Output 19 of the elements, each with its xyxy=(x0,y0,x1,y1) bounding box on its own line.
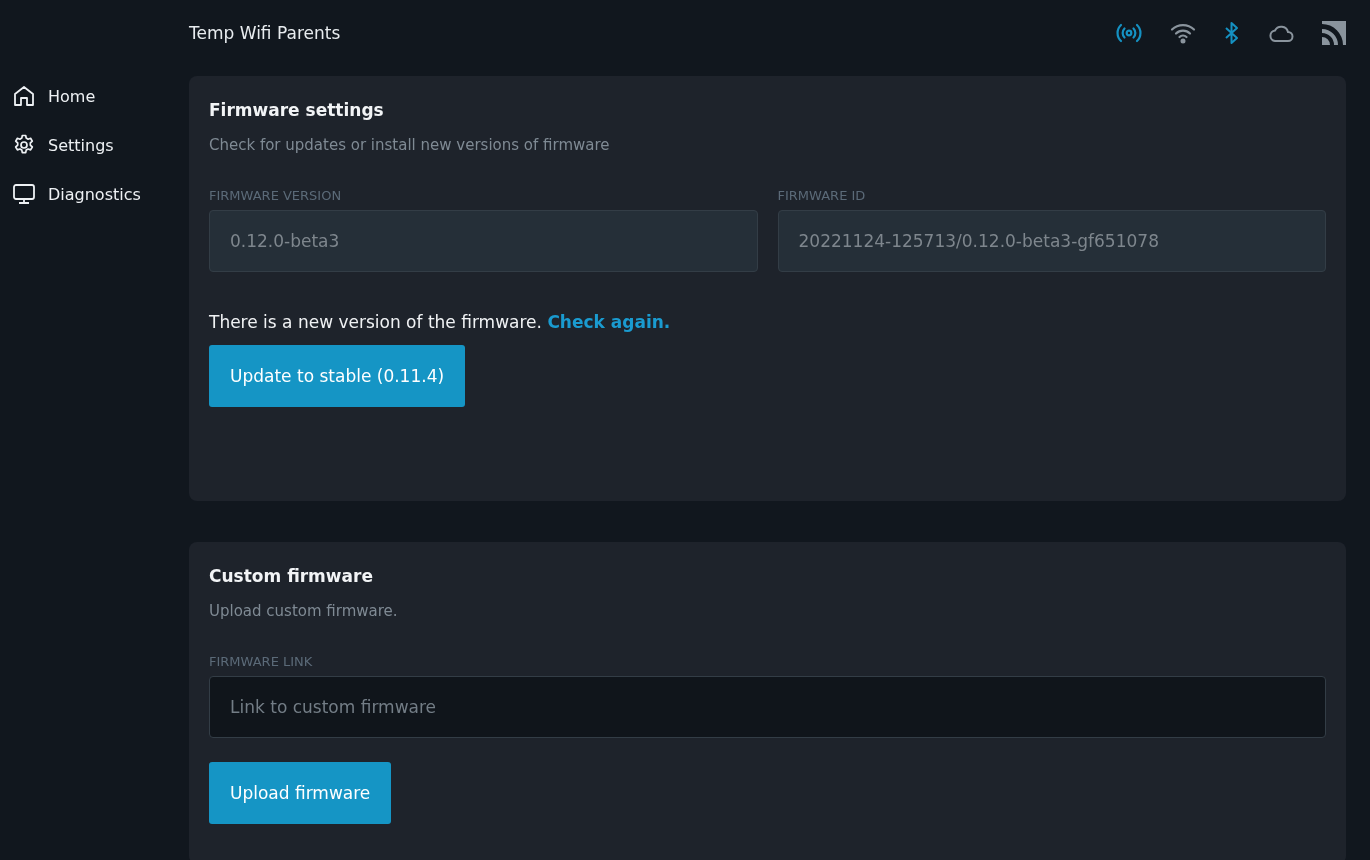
device-title: Temp Wifi Parents xyxy=(189,23,341,43)
home-icon xyxy=(12,84,36,108)
card-title: Firmware settings xyxy=(209,100,385,120)
field-label: FIRMWARE VERSION xyxy=(209,188,343,203)
field-label: FIRMWARE LINK xyxy=(209,654,314,669)
monitor-icon xyxy=(12,182,36,206)
update-notice: There is a new version of the firmware. Check again. xyxy=(209,312,672,332)
check-again-link[interactable]: Check again. xyxy=(547,312,671,332)
settings-icon xyxy=(12,133,36,157)
card-title: Custom firmware xyxy=(209,566,374,586)
field-label: FIRMWARE ID xyxy=(777,188,867,203)
upload-button[interactable]: Upload firmware xyxy=(209,762,392,824)
sidebar-item[interactable]: Settings xyxy=(0,133,189,157)
update-button[interactable]: Update to stable (0.11.4) xyxy=(209,345,466,407)
input-field[interactable]: Link to custom firmware xyxy=(209,676,1326,738)
card-subtitle: Check for updates or install new versions of firmware xyxy=(209,136,611,154)
card-subtitle: Upload custom firmware. xyxy=(209,602,399,620)
sidebar-item[interactable]: Home xyxy=(0,84,189,108)
sidebar-item[interactable]: Diagnostics xyxy=(0,182,189,206)
